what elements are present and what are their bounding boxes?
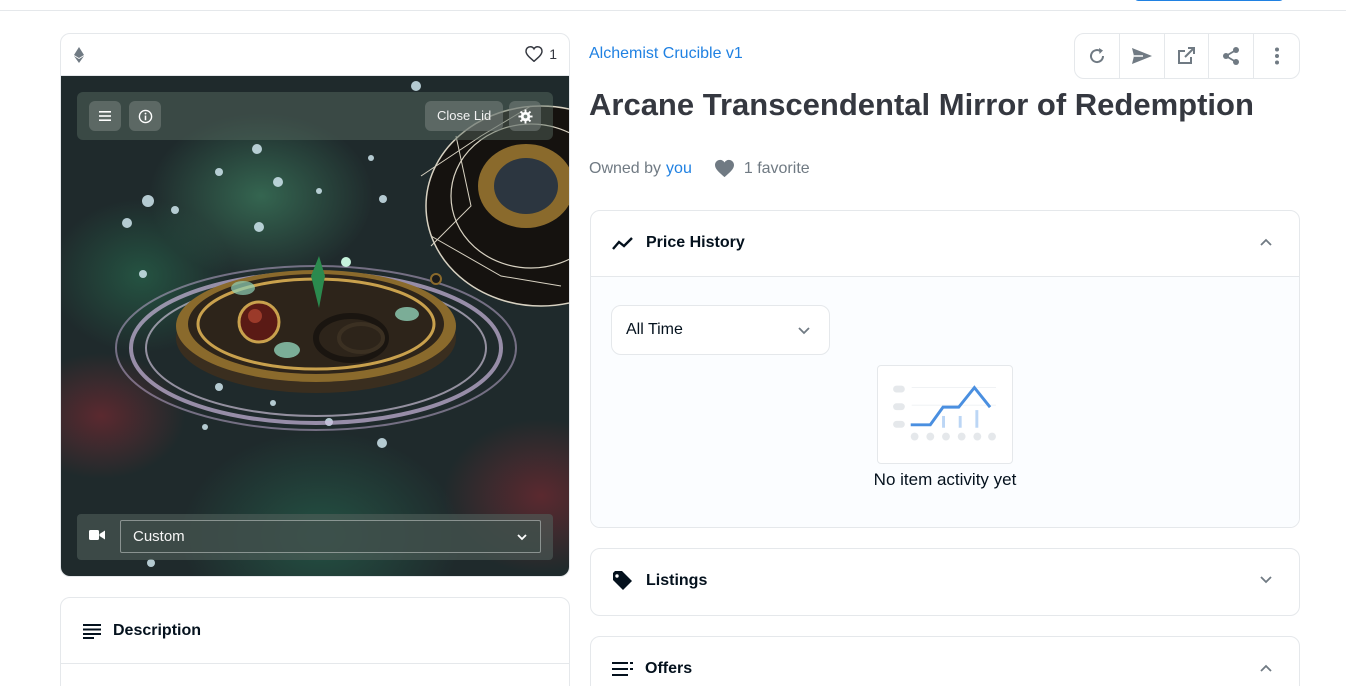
time-range-select[interactable]: All Time — [611, 305, 830, 355]
media-header: 1 — [61, 34, 569, 76]
owned-by-label: Owned by — [589, 159, 662, 177]
collection-link[interactable]: Alchemist Crucible v1 — [589, 45, 743, 63]
favorites-count-text: 1 favorite — [743, 159, 810, 177]
empty-activity-message: No item activity yet — [873, 470, 1017, 489]
chevron-down-icon — [1260, 576, 1272, 584]
price-history-title: Price History — [646, 234, 745, 251]
nav-action-button[interactable] — [1134, 0, 1284, 1]
menu-button[interactable] — [89, 101, 121, 131]
listings-title: Listings — [646, 572, 708, 589]
tag-icon — [613, 571, 632, 590]
info-icon — [138, 109, 152, 123]
chevron-up-icon — [1260, 664, 1272, 672]
time-range-value: All Time — [626, 321, 683, 338]
item-actions — [1074, 33, 1300, 79]
price-history-panel: Price History All Time No item activity … — [590, 210, 1300, 528]
media-card: 1 Close Lid Custom — [60, 33, 570, 577]
3d-viewer[interactable]: Close Lid Custom — [61, 76, 569, 576]
transfer-button[interactable] — [1120, 34, 1165, 78]
favorite-count: 1 — [549, 46, 557, 62]
share-button[interactable] — [1209, 34, 1255, 78]
more-vertical-icon — [1274, 47, 1279, 65]
refresh-icon — [1089, 48, 1104, 64]
viewer-toolbar: Close Lid — [77, 92, 553, 140]
close-lid-button[interactable]: Close Lid — [425, 101, 504, 131]
heart-icon — [714, 159, 734, 178]
description-lines-icon — [83, 623, 101, 639]
chevron-down-icon — [517, 534, 527, 541]
offers-panel: Offers — [590, 636, 1300, 686]
empty-chart-illustration — [877, 365, 1013, 464]
owner-row: Owned by you 1 favorite — [589, 159, 810, 178]
favorites-summary: 1 favorite — [714, 159, 810, 178]
gear-icon — [517, 108, 533, 124]
camera-preset-value: Custom — [133, 528, 185, 545]
heart-outline-icon — [525, 46, 543, 62]
refresh-button[interactable] — [1075, 34, 1120, 78]
camera-bar: Custom — [77, 514, 553, 560]
offers-list-icon — [612, 662, 633, 676]
hamburger-icon — [99, 111, 111, 121]
owner-link[interactable]: you — [666, 160, 692, 178]
offers-header[interactable]: Offers — [591, 637, 1299, 686]
item-title: Arcane Transcendental Mirror of Redempti… — [589, 87, 1254, 122]
send-icon — [1131, 48, 1152, 64]
share-icon — [1223, 47, 1240, 65]
viewer-settings-button[interactable] — [509, 101, 541, 131]
offers-title: Offers — [645, 660, 693, 677]
description-panel: Description — [60, 597, 570, 686]
external-link-icon — [1178, 47, 1196, 64]
chevron-down-icon — [798, 327, 810, 335]
trending-icon — [612, 237, 633, 250]
top-nav-bar — [0, 0, 1346, 11]
more-options-button[interactable] — [1254, 34, 1299, 78]
description-title: Description — [113, 621, 202, 639]
camera-preset-select[interactable]: Custom — [120, 520, 541, 553]
chevron-up-icon — [1260, 238, 1272, 246]
price-history-header[interactable]: Price History — [591, 211, 1299, 275]
favorite-toggle[interactable]: 1 — [525, 46, 557, 62]
video-camera-icon — [89, 530, 105, 540]
price-history-body: All Time No item activity yet — [591, 276, 1299, 527]
description-header[interactable]: Description — [61, 598, 569, 664]
crucible-artwork — [115, 81, 569, 567]
listings-panel: Listings — [590, 548, 1300, 616]
listings-header[interactable]: Listings — [591, 549, 1299, 613]
ethereum-icon — [74, 47, 84, 63]
info-button[interactable] — [129, 101, 161, 131]
open-external-button[interactable] — [1165, 34, 1210, 78]
